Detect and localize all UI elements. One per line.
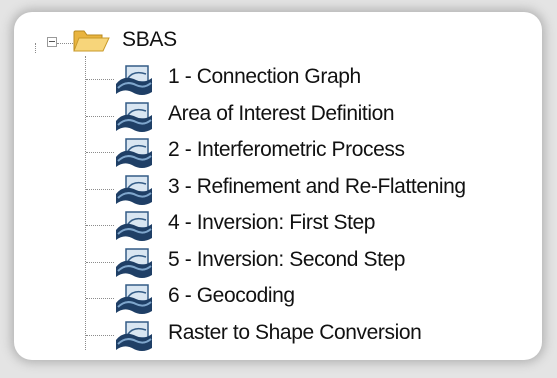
sarscape-step-icon xyxy=(116,247,152,278)
sbas-tree-view[interactable]: SBAS 1 - Connection Graph Area of Interes… xyxy=(14,12,542,360)
tree-root-label[interactable]: SBAS xyxy=(122,28,177,52)
tree-item-label: 1 - Connection Graph xyxy=(168,65,361,88)
tree-connector xyxy=(86,115,114,117)
tree-connector xyxy=(86,188,114,190)
tree-connector xyxy=(57,43,73,44)
tree-panel: SBAS 1 - Connection Graph Area of Interes… xyxy=(14,12,542,360)
tree-connector xyxy=(86,298,114,299)
sarscape-step-icon xyxy=(116,284,152,314)
tree-item-label: Raster to Shape Conversion xyxy=(168,320,422,344)
sarscape-step-icon xyxy=(116,101,152,132)
tree-item-label: Area of Interest Definition xyxy=(168,101,395,125)
tree-item-label: 5 - Inversion: Second Step xyxy=(168,247,406,271)
tree-item-label: 4 - Inversion: First Step xyxy=(168,211,376,234)
tree-connector xyxy=(86,152,114,153)
tree-item-refinement-reflattening[interactable]: 3 - Refinement and Re-Flattening xyxy=(86,171,536,207)
tree-item-inversion-second-step[interactable]: 5 - Inversion: Second Step xyxy=(86,244,536,280)
sarscape-step-icon xyxy=(116,211,152,241)
tree-item-raster-to-shape[interactable]: Raster to Shape Conversion xyxy=(86,317,536,353)
tree-item-connection-graph[interactable]: 1 - Connection Graph xyxy=(86,61,536,97)
tree-item-label: 2 - Interferometric Process xyxy=(168,138,405,161)
tree-connector xyxy=(86,79,114,80)
collapse-minus-icon[interactable] xyxy=(47,37,57,47)
tree-connector xyxy=(35,43,36,53)
tree-item-geocoding[interactable]: 6 - Geocoding xyxy=(86,280,536,316)
tree-connector xyxy=(86,334,114,336)
tree-item-inversion-first-step[interactable]: 4 - Inversion: First Step xyxy=(86,207,536,243)
folder-open-icon xyxy=(73,30,110,52)
sarscape-step-icon xyxy=(116,138,152,168)
tree-connector xyxy=(86,261,114,263)
tree-connector xyxy=(86,225,114,226)
tree-item-label: 6 - Geocoding xyxy=(168,284,295,307)
tree-item-interferometric-process[interactable]: 2 - Interferometric Process xyxy=(86,134,536,170)
sarscape-step-icon xyxy=(116,320,152,351)
tree-item-label: 3 - Refinement and Re-Flattening xyxy=(168,174,466,198)
tree-item-area-of-interest[interactable]: Area of Interest Definition xyxy=(86,98,536,134)
sarscape-step-icon xyxy=(116,174,152,205)
sarscape-step-icon xyxy=(116,65,152,95)
